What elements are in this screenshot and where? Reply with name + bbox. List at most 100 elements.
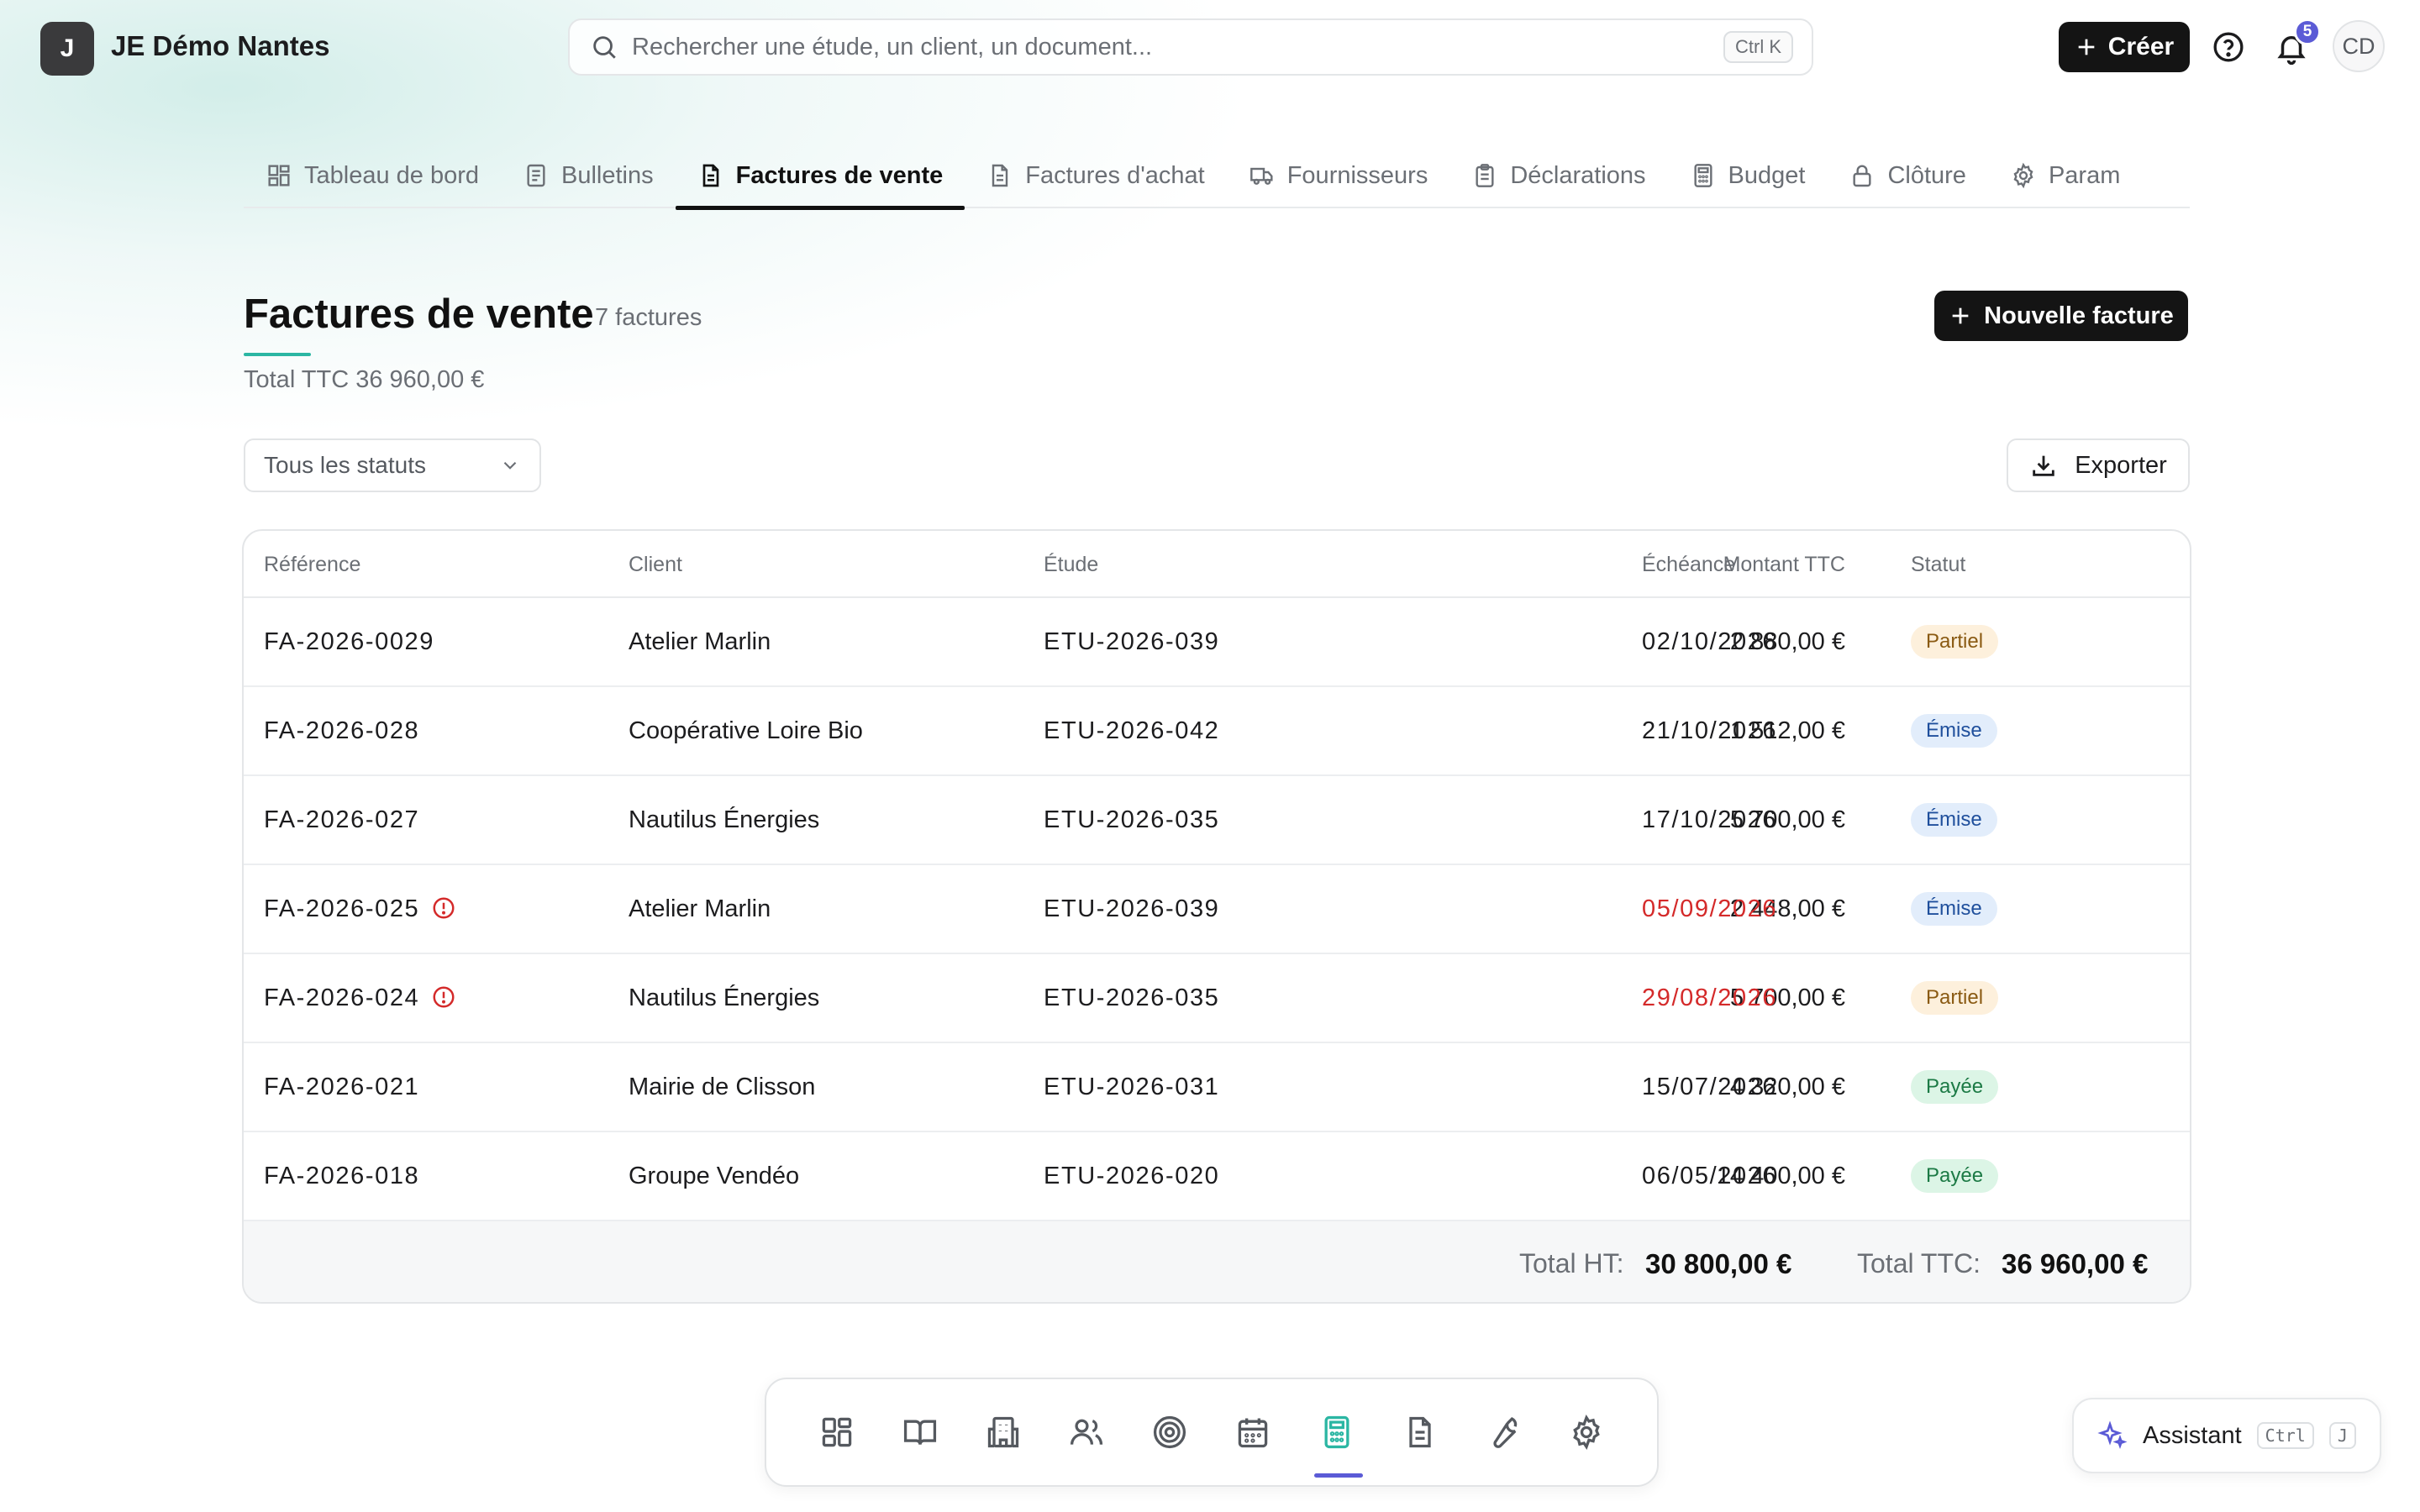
assistant-shortcut-ctrl: Ctrl [2256, 1422, 2314, 1449]
status-badge: Émise [1911, 803, 1997, 837]
cell-echeance: 15/07/2026 [1642, 1074, 1778, 1100]
tab-tableau-de-bord[interactable]: Tableau de bord [244, 143, 501, 208]
reference-text: FA-2026-0029 [264, 628, 434, 655]
tab-declarations[interactable]: Déclarations [1449, 143, 1667, 208]
column-header-statut[interactable]: Statut [1911, 553, 1965, 577]
calculator-icon [1693, 164, 1712, 187]
table-row[interactable]: FA-2026-018 Groupe Vendéo ETU-2026-020 14 4… [244, 1132, 2190, 1221]
calendar-icon [1239, 1418, 1268, 1448]
page-title: Factures de vente [244, 291, 594, 337]
dock-item-settings[interactable] [1557, 1399, 1616, 1466]
cell-reference[interactable]: FA-2026-027 [264, 806, 419, 834]
section-tabs: Tableau de bord Bulletins Factures de ve… [244, 143, 2190, 210]
cell-echeance: 06/05/2026 [1642, 1163, 1778, 1189]
tab-budget[interactable]: Budget [1668, 143, 1828, 208]
tab-factures-de-vente[interactable]: Factures de vente [675, 143, 965, 210]
cell-etude: ETU-2026-031 [1044, 1074, 1220, 1100]
table-row[interactable]: FA-2026-025 Atelier Marlin ETU-2026-039 2 4… [244, 865, 2190, 954]
tab-parametres[interactable]: Param [1988, 143, 2120, 208]
cell-echeance: 17/10/2026 [1642, 806, 1778, 833]
cell-client: Atelier Marlin [629, 895, 771, 922]
tab-bulletins[interactable]: Bulletins [501, 143, 676, 208]
dock-item-dashboard[interactable] [808, 1399, 866, 1466]
cell-reference[interactable]: FA-2026-018 [264, 1163, 419, 1190]
tab-label: Budget [1728, 161, 1806, 189]
cell-echeance: 02/10/2026 [1642, 628, 1778, 655]
new-invoice-button[interactable]: Nouvelle facture [1934, 291, 2188, 341]
app-name[interactable]: JE Démo Nantes [111, 30, 329, 62]
tab-label: Tableau de bord [304, 161, 479, 189]
table-row[interactable]: FA-2026-028 Coopérative Loire Bio ETU-2026… [244, 687, 2190, 776]
reference-text: FA-2026-021 [264, 1074, 420, 1100]
document-icon [527, 164, 545, 187]
logo-letter: J [60, 34, 75, 62]
dock-item-users[interactable] [1057, 1399, 1116, 1466]
status-filter-value: Tous les statuts [264, 452, 426, 478]
table-row[interactable]: FA-2026-024 Nautilus Énergies ETU-2026-035… [244, 954, 2190, 1043]
cell-client: Nautilus Énergies [629, 806, 820, 833]
dock-item-target[interactable] [1140, 1399, 1199, 1466]
cell-reference[interactable]: FA-2026-025 [264, 895, 456, 923]
search-input[interactable]: Rechercher une étude, un client, un docu… [568, 18, 1813, 76]
export-label: Exporter [2075, 451, 2167, 479]
tab-label: Déclarations [1510, 161, 1646, 189]
app-logo[interactable]: J [40, 22, 94, 76]
column-header-echeance[interactable]: Échéance [1642, 553, 1735, 577]
cell-reference[interactable]: FA-2026-024 [264, 984, 456, 1012]
book-icon [904, 1420, 937, 1445]
create-button[interactable]: Créer [2059, 22, 2190, 72]
cell-etude: ETU-2026-039 [1044, 628, 1220, 655]
column-header-client[interactable]: Client [629, 553, 682, 577]
dock-item-tools[interactable] [1474, 1399, 1533, 1466]
truck-icon [1249, 167, 1273, 185]
dock-item-documents[interactable] [1391, 1399, 1449, 1466]
column-header-reference[interactable]: Référence [264, 553, 360, 577]
table-row[interactable]: FA-2026-0029 Atelier Marlin ETU-2026-039 2 … [244, 598, 2190, 687]
total-ttc-value: 36 960,00 € [2002, 1248, 2149, 1279]
reference-text: FA-2026-018 [264, 1163, 420, 1189]
invoice-icon [992, 164, 1008, 187]
invoice-count: 7 factures [595, 304, 702, 331]
table-header: Référence Client Étude Montant TTC Échéa… [244, 531, 2190, 598]
table-row[interactable]: FA-2026-027 Nautilus Énergies ETU-2026-035… [244, 776, 2190, 865]
dock-item-building[interactable] [974, 1399, 1033, 1466]
search-icon [593, 36, 616, 59]
tab-fournisseurs[interactable]: Fournisseurs [1227, 143, 1450, 208]
dock-item-calendar[interactable] [1223, 1399, 1282, 1466]
cell-reference[interactable]: FA-2026-0029 [264, 628, 434, 656]
plus-icon [2078, 39, 2095, 55]
tab-factures-d-achat[interactable]: Factures d'achat [965, 143, 1226, 208]
cell-client: Nautilus Énergies [629, 984, 820, 1011]
cell-client: Groupe Vendéo [629, 1163, 800, 1189]
cell-etude: ETU-2026-035 [1044, 806, 1220, 833]
search-shortcut: Ctrl K [1723, 31, 1793, 63]
cell-reference[interactable]: FA-2026-021 [264, 1074, 419, 1101]
document-icon [1408, 1416, 1431, 1448]
invoice-icon [702, 164, 718, 187]
tab-label: Param [2048, 161, 2121, 189]
status-badge: Payée [1911, 1070, 1999, 1104]
table-row[interactable]: FA-2026-021 Mairie de Clisson ETU-2026-031… [244, 1043, 2190, 1132]
avatar[interactable]: CD [2333, 20, 2385, 72]
title-underline [244, 353, 311, 356]
status-filter-select[interactable]: Tous les statuts [244, 438, 541, 492]
invoices-table: Référence Client Étude Montant TTC Échéa… [242, 529, 2191, 1304]
sparkles-icon [2097, 1420, 2128, 1449]
dock-item-finance[interactable] [1307, 1399, 1366, 1478]
cell-client: Coopérative Loire Bio [629, 717, 863, 744]
clipboard-icon [1476, 164, 1494, 187]
reference-text: FA-2026-025 [264, 895, 420, 922]
dock-item-book[interactable] [891, 1399, 950, 1466]
wrench-icon [1493, 1417, 1517, 1448]
overdue-warning-icon [433, 897, 455, 919]
tab-cloture[interactable]: Clôture [1827, 143, 1988, 208]
cell-reference[interactable]: FA-2026-028 [264, 717, 419, 745]
column-header-etude[interactable]: Étude [1044, 553, 1098, 577]
assistant-button[interactable]: Assistant Ctrl J [2072, 1398, 2381, 1473]
export-button[interactable]: Exporter [2007, 438, 2190, 492]
help-icon[interactable] [2212, 30, 2245, 64]
total-ht-label: Total HT: [1519, 1248, 1624, 1278]
tab-label: Bulletins [561, 161, 654, 189]
lock-icon [1853, 165, 1871, 187]
status-badge: Payée [1911, 1159, 1999, 1193]
